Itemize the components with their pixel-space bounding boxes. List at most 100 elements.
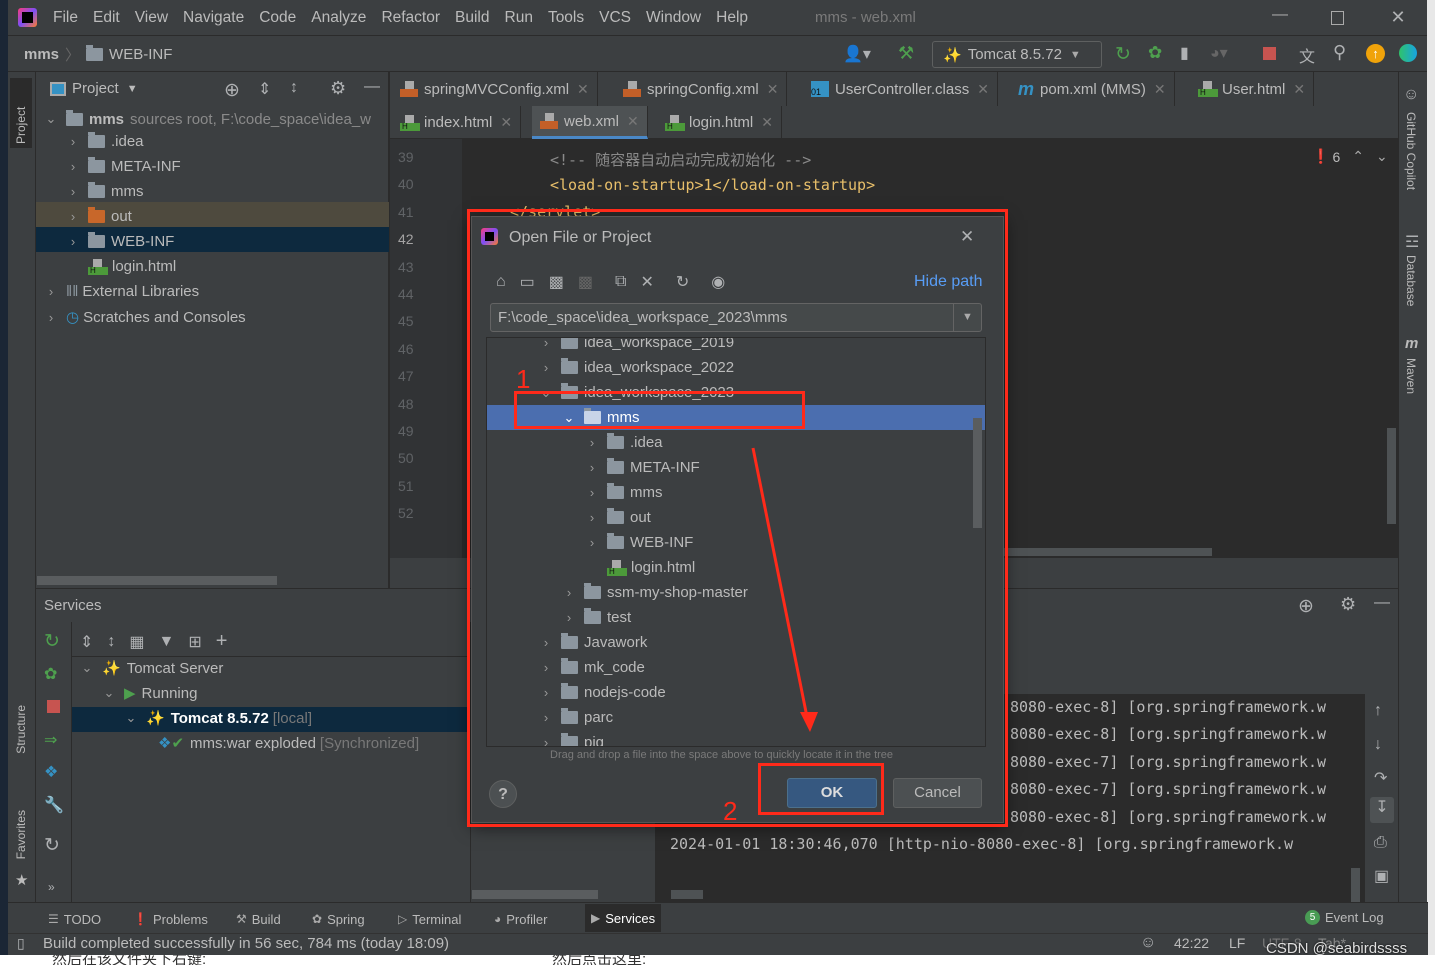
menu-run[interactable]: Run <box>505 9 533 27</box>
project-tree-item[interactable]: login.html <box>66 258 176 275</box>
chevron-down-icon[interactable]: ⌄ <box>80 660 94 676</box>
tool-button-problems[interactable]: ❗ Problems <box>133 908 208 930</box>
collapse-all-icon[interactable]: ↕ <box>290 79 298 97</box>
close-window-button[interactable]: ✕ <box>1388 7 1408 28</box>
project-tree-item[interactable]: › ◷ Scratches and Consoles <box>44 308 246 327</box>
project-tree-item[interactable]: › .idea <box>66 132 144 150</box>
chevron-down-icon[interactable]: ⌄ <box>102 685 116 701</box>
rerun-icon[interactable]: ↻ <box>44 630 60 653</box>
settings-gear-icon[interactable]: ⚙ <box>1340 594 1356 615</box>
filter-icon[interactable]: ▼ <box>159 633 175 651</box>
menu-build[interactable]: Build <box>455 9 489 27</box>
menu-navigate[interactable]: Navigate <box>183 9 244 27</box>
event-log-button[interactable]: 5 Event Log <box>1305 910 1384 925</box>
project-tree-item[interactable]: › WEB-INF <box>66 232 174 250</box>
group-icon[interactable]: ▦ <box>129 632 144 652</box>
scroll-down-icon[interactable]: ↓ <box>1374 736 1382 754</box>
close-tab-icon[interactable]: ✕ <box>767 81 779 98</box>
collapse-all-icon[interactable]: ↕ <box>107 633 115 651</box>
scroll-up-icon[interactable]: ↑ <box>1374 702 1382 720</box>
debug-icon[interactable]: ✿ <box>44 664 57 684</box>
breadcrumb-item[interactable]: mms <box>24 46 59 63</box>
menu-help[interactable]: Help <box>716 9 748 27</box>
close-tab-icon[interactable]: ✕ <box>1154 81 1166 98</box>
hide-panel-icon[interactable]: — <box>1374 594 1390 612</box>
tool-button-profiler[interactable]: ◕ Profiler <box>494 908 547 930</box>
error-indicator[interactable]: ❗ 6 ⌃ ⌄ <box>1312 148 1388 165</box>
editor-tab[interactable]: 01 UserController.class ✕ <box>803 72 998 106</box>
add-service-icon[interactable]: + <box>216 630 228 653</box>
project-tree-item[interactable]: › mms <box>66 182 144 200</box>
project-view-select[interactable]: Project ▼ <box>50 80 138 97</box>
tool-button-services[interactable]: ▶ Services <box>585 904 662 932</box>
soft-wrap-icon[interactable]: ↷ <box>1374 768 1387 788</box>
structure-tool-button[interactable]: Structure <box>14 705 28 754</box>
close-tab-icon[interactable]: ✕ <box>500 114 512 131</box>
locate-icon[interactable]: ⊕ <box>224 79 240 102</box>
menu-tools[interactable]: Tools <box>548 9 584 27</box>
build-hammer-icon[interactable]: ⚒ <box>898 43 914 64</box>
menu-refactor[interactable]: Refactor <box>381 9 440 27</box>
update-icon[interactable]: ↑ <box>1366 44 1385 63</box>
minimize-button[interactable]: — <box>1270 6 1290 24</box>
line-separator[interactable]: LF <box>1229 935 1245 951</box>
maven-tool-button[interactable]: Maven <box>1404 358 1418 394</box>
database-tool-button[interactable]: Database <box>1404 255 1418 306</box>
close-tab-icon[interactable]: ✕ <box>577 81 589 98</box>
project-tree-item[interactable]: › ‖‖ External Libraries <box>44 283 199 300</box>
print-icon[interactable]: ⎙ <box>1374 834 1387 852</box>
locate-icon[interactable]: ⊕ <box>1298 595 1314 618</box>
user-icon[interactable]: 👤▾ <box>843 44 871 64</box>
run-config-select[interactable]: ✨ Tomcat 8.5.72 ▼ <box>932 41 1102 68</box>
breadcrumb-item[interactable]: WEB-INF <box>109 46 172 63</box>
maximize-button[interactable] <box>1331 11 1344 25</box>
debug-icon[interactable]: ✿ <box>1148 43 1162 63</box>
github-copilot-tool-button[interactable]: GitHub Copilot <box>1404 112 1418 190</box>
hide-panel-icon[interactable]: — <box>364 78 380 96</box>
project-root[interactable]: ⌄ mms sources root, F:\code_space\idea_w <box>44 108 371 130</box>
menu-view[interactable]: View <box>135 9 168 27</box>
menu-edit[interactable]: Edit <box>93 9 120 27</box>
tool-button-build[interactable]: ⚒ Build <box>236 908 281 930</box>
menu-code[interactable]: Code <box>259 9 296 27</box>
scroll-to-end-icon[interactable]: ↧ <box>1370 797 1394 823</box>
deploy-icon[interactable]: ⇒ <box>44 730 57 750</box>
service-tree-item[interactable]: ⌄ ▶ Running <box>102 684 198 703</box>
console-scrollbar[interactable] <box>1351 868 1360 902</box>
menu-file[interactable]: File <box>53 9 78 27</box>
rerun-icon[interactable]: ↻ <box>1115 43 1131 66</box>
project-tree-item[interactable]: › out <box>66 207 132 225</box>
profile-icon[interactable]: ◕▾ <box>1210 43 1228 63</box>
copilot-status-icon[interactable]: ☺ <box>1140 934 1156 952</box>
console-hscrollbar[interactable] <box>671 890 703 899</box>
expand-all-icon[interactable]: ⇕ <box>80 632 93 652</box>
stop-icon[interactable] <box>1263 47 1276 60</box>
service-tree-item[interactable]: ❖✔ mms:war exploded [Synchronized] <box>146 734 419 753</box>
editor-tab[interactable]: User.html✕ <box>1190 72 1315 106</box>
editor-tab-active[interactable]: web.xml ✕ <box>532 106 648 139</box>
close-tab-icon[interactable]: ✕ <box>627 113 639 130</box>
project-hscrollbar[interactable] <box>37 576 277 585</box>
services-hscrollbar[interactable] <box>472 890 598 899</box>
project-tool-button[interactable]: Project <box>10 78 32 148</box>
stop-icon[interactable] <box>47 700 60 713</box>
refresh-icon[interactable]: ↻ <box>44 834 60 857</box>
trash-icon[interactable]: ▣ <box>1374 866 1389 886</box>
status-panel-icon[interactable]: ▯ <box>17 935 25 952</box>
plugin-icon[interactable] <box>1399 44 1417 62</box>
service-tree-item[interactable]: ⌄ ✨ Tomcat Server <box>80 659 224 678</box>
menu-vcs[interactable]: VCS <box>599 9 631 27</box>
close-tab-icon[interactable]: ✕ <box>977 81 989 98</box>
caret-position[interactable]: 42:22 <box>1174 935 1209 951</box>
menu-window[interactable]: Window <box>646 9 701 27</box>
status-message[interactable]: Build completed successfully in 56 sec, … <box>43 935 449 952</box>
wrench-icon[interactable]: 🔧 <box>44 795 64 815</box>
project-tree-item[interactable]: › META-INF <box>66 157 181 175</box>
artifact-icon[interactable]: ❖ <box>44 762 58 782</box>
editor-tab[interactable]: index.html✕ <box>392 106 522 139</box>
editor-tab[interactable]: login.html✕ <box>657 106 782 139</box>
service-tree-item[interactable]: ⌄ ✨ Tomcat 8.5.72 [local] <box>124 709 312 728</box>
coverage-icon[interactable]: ▮ <box>1180 43 1189 63</box>
editor-vscrollbar[interactable] <box>1387 428 1396 524</box>
settings-gear-icon[interactable]: ⚙ <box>330 78 346 99</box>
